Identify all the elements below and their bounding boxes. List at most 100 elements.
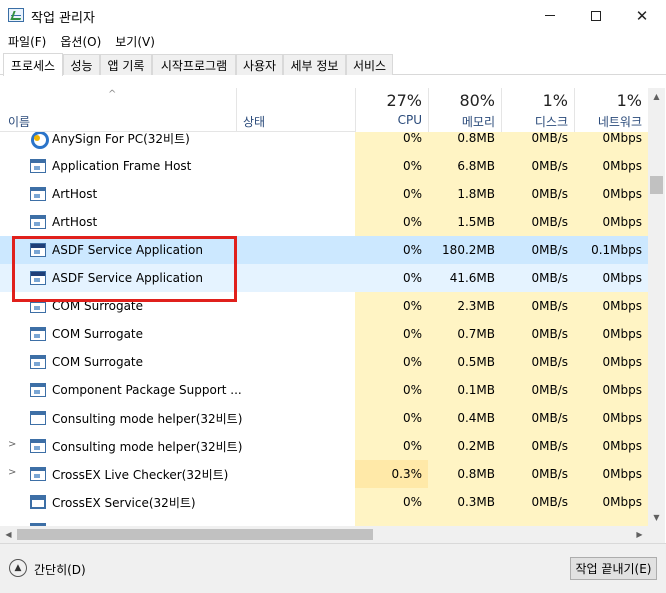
memory-value: 1.5MB <box>457 215 495 229</box>
process-icon <box>30 159 46 173</box>
process-name: ArtHost <box>52 215 98 229</box>
column-name-label: 이름 <box>8 115 31 129</box>
cpu-value: 0% <box>402 411 422 425</box>
table-row[interactable]: COM Surrogate 0% 0.7MB 0MB/s 0Mbps <box>0 320 648 348</box>
menu-view[interactable]: 보기(V) <box>115 33 155 50</box>
network-value: 0Mbps <box>602 467 642 481</box>
memory-value: 0.2MB <box>457 439 495 453</box>
end-task-button[interactable]: 작업 끝내기(E) <box>570 557 657 580</box>
process-icon <box>30 467 46 481</box>
process-name: CrossEX Live Checker(32비트) <box>52 467 229 482</box>
collapse-chevron-icon[interactable]: ▲ <box>9 559 27 577</box>
tab-app-history[interactable]: 앱 기록 <box>100 54 152 75</box>
network-value: 0Mbps <box>602 383 642 397</box>
maximize-icon <box>591 10 601 21</box>
process-name: Consulting mode helper(32비트) <box>52 439 243 454</box>
cpu-value: 0% <box>402 383 422 397</box>
table-row[interactable]: > Consulting mode helper(32비트) 0% 0.2MB … <box>0 432 648 460</box>
disk-value: 0MB/s <box>531 495 568 509</box>
table-row[interactable]: Consulting mode helper(32비트) 0% 0.4MB 0M… <box>0 404 648 432</box>
disk-value: 0MB/s <box>531 383 568 397</box>
network-value: 0Mbps <box>602 187 642 201</box>
cpu-value: 0% <box>402 243 422 257</box>
disk-value: 0MB/s <box>531 299 568 313</box>
network-value: 0Mbps <box>602 299 642 313</box>
column-memory-label: 메모리 <box>461 115 495 129</box>
column-cpu-label: CPU <box>397 113 422 127</box>
expand-chevron-icon[interactable]: > <box>8 439 16 450</box>
process-icon <box>30 355 46 369</box>
scroll-left-icon[interactable]: ◀ <box>0 526 17 543</box>
close-button[interactable]: ✕ <box>619 0 665 31</box>
network-value: 0Mbps <box>602 495 642 509</box>
network-value: 0Mbps <box>602 411 642 425</box>
tab-processes[interactable]: 프로세스 <box>3 53 63 76</box>
table-row[interactable]: Application Frame Host 0% 6.8MB 0MB/s 0M… <box>0 152 648 180</box>
memory-value: 0.8MB <box>457 467 495 481</box>
disk-value: 0MB/s <box>531 411 568 425</box>
column-cpu[interactable]: 27% CPU <box>355 88 428 132</box>
column-name[interactable]: ^ 이름 <box>0 88 236 132</box>
vertical-scrollbar[interactable]: ▲ ▼ <box>648 88 665 526</box>
expand-chevron-icon[interactable]: > <box>8 467 16 478</box>
process-icon <box>30 187 46 201</box>
maximize-button[interactable] <box>573 0 619 31</box>
disk-value: 0MB/s <box>531 187 568 201</box>
process-icon <box>30 439 46 453</box>
cpu-value: 0% <box>402 355 422 369</box>
process-icon <box>30 215 46 229</box>
table-row[interactable] <box>0 516 648 526</box>
disk-value: 0MB/s <box>531 159 568 173</box>
column-network[interactable]: 1% 네트워크 <box>574 88 648 132</box>
table-row[interactable]: ArtHost 0% 1.8MB 0MB/s 0Mbps <box>0 180 648 208</box>
horizontal-scroll-thumb[interactable] <box>17 529 373 540</box>
task-manager-icon <box>8 8 24 22</box>
vertical-scroll-thumb[interactable] <box>650 176 663 194</box>
horizontal-scrollbar[interactable]: ◀ ▶ <box>0 526 648 543</box>
column-status-label: 상태 <box>243 115 266 129</box>
table-row[interactable]: CrossEX Service(32비트) 0% 0.3MB 0MB/s 0Mb… <box>0 488 648 516</box>
table-row[interactable]: > CrossEX Live Checker(32비트) 0.3% 0.8MB … <box>0 460 648 488</box>
disk-value: 0MB/s <box>531 355 568 369</box>
table-row[interactable]: COM Surrogate 0% 0.5MB 0MB/s 0Mbps <box>0 348 648 376</box>
network-value: 0Mbps <box>602 355 642 369</box>
scroll-up-icon[interactable]: ▲ <box>648 88 665 105</box>
column-status[interactable]: 상태 <box>237 88 355 132</box>
column-disk[interactable]: 1% 디스크 <box>501 88 574 132</box>
scroll-right-icon[interactable]: ▶ <box>631 526 648 543</box>
process-name: Application Frame Host <box>52 159 192 173</box>
process-icon <box>30 383 46 397</box>
tab-startup[interactable]: 시작프로그램 <box>152 54 236 75</box>
column-memory[interactable]: 80% 메모리 <box>428 88 501 132</box>
table-row[interactable]: Component Package Support ... 0% 0.1MB 0… <box>0 376 648 404</box>
table-row[interactable]: AnySign For PC(32비트) 0% 0.8MB 0MB/s 0Mbp… <box>0 132 648 152</box>
memory-value: 180.2MB <box>442 243 495 257</box>
cpu-total: 27% <box>386 91 422 110</box>
tab-users[interactable]: 사용자 <box>236 54 283 75</box>
highlight-box <box>12 236 237 302</box>
menu-file[interactable]: 파일(F) <box>8 33 46 50</box>
window-icon <box>30 495 46 509</box>
process-name: CrossEX Service(32비트) <box>52 495 196 510</box>
scroll-down-icon[interactable]: ▼ <box>648 509 665 526</box>
footer-bar: ▲ 간단히(D) 작업 끝내기(E) <box>0 543 666 593</box>
minimize-icon <box>545 15 555 16</box>
memory-value: 41.6MB <box>449 271 495 285</box>
tab-services[interactable]: 서비스 <box>346 54 393 75</box>
network-value: 0Mbps <box>602 132 642 145</box>
network-value: 0.1Mbps <box>591 243 642 257</box>
memory-value: 0.8MB <box>457 132 495 145</box>
fewer-details-link[interactable]: 간단히(D) <box>34 561 86 578</box>
cpu-value: 0% <box>402 159 422 173</box>
menu-bar: 파일(F) 옵션(O) 보기(V) <box>0 31 666 51</box>
column-header: ^ 이름 상태 27% CPU 80% 메모리 1% 디스크 1% 네트워크 <box>0 88 648 132</box>
tab-performance[interactable]: 성능 <box>63 54 100 75</box>
process-name: AnySign For PC(32비트) <box>52 132 190 146</box>
menu-options[interactable]: 옵션(O) <box>60 33 101 50</box>
tab-details[interactable]: 세부 정보 <box>283 54 346 75</box>
table-row[interactable]: ArtHost 0% 1.5MB 0MB/s 0Mbps <box>0 208 648 236</box>
process-list: AnySign For PC(32비트) 0% 0.8MB 0MB/s 0Mbp… <box>0 132 648 526</box>
disk-total: 1% <box>542 91 568 110</box>
minimize-button[interactable] <box>527 0 573 31</box>
process-name: Consulting mode helper(32비트) <box>52 411 243 426</box>
